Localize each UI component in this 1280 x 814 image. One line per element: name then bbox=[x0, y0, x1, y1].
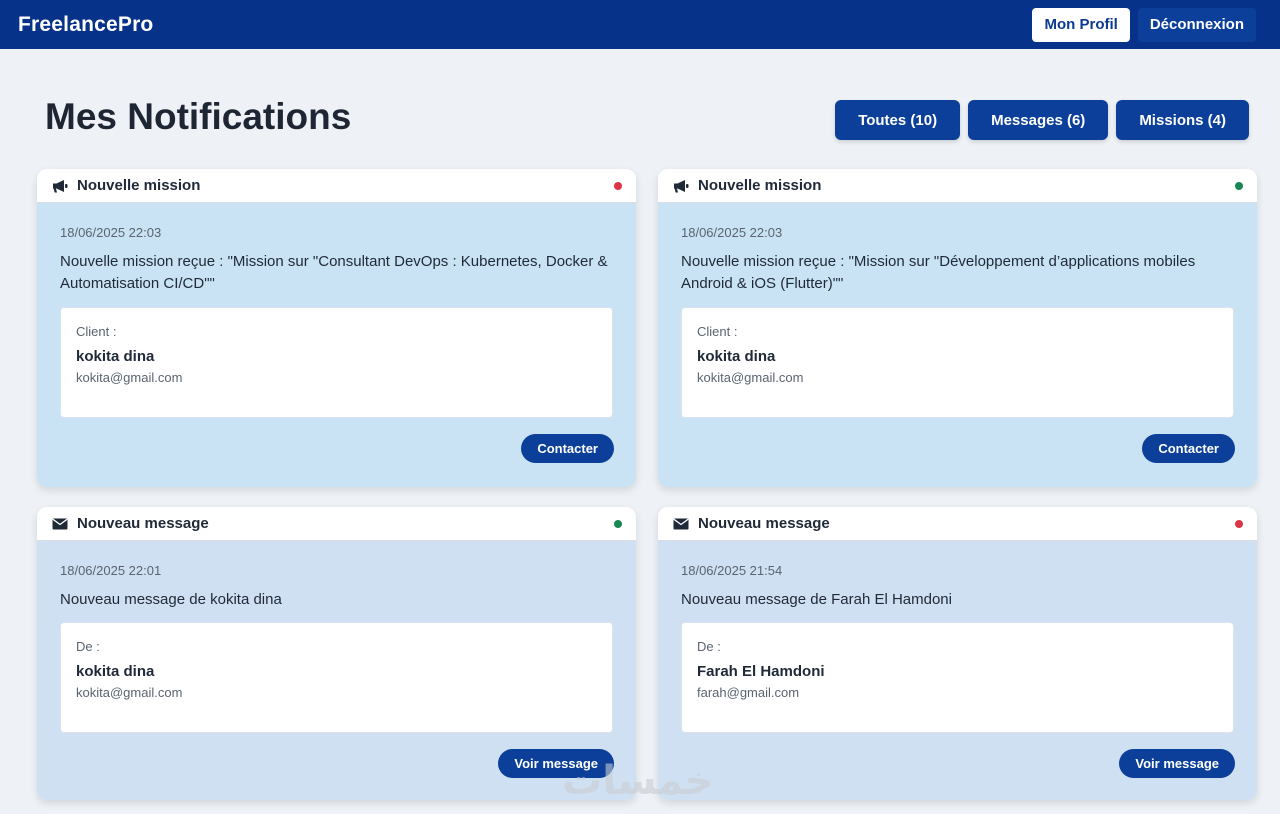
logout-button[interactable]: Déconnexion bbox=[1137, 7, 1256, 42]
client-label: Client : bbox=[76, 324, 117, 339]
filter-missions-button[interactable]: Missions (4) bbox=[1116, 100, 1249, 140]
envelope-icon bbox=[52, 517, 70, 531]
sender-email: farah@gmail.com bbox=[697, 685, 800, 700]
sender-email: kokita@gmail.com bbox=[76, 685, 183, 700]
page-title: Mes Notifications bbox=[45, 96, 352, 137]
timestamp: 18/06/2025 22:01 bbox=[60, 563, 162, 578]
card-header: Nouvelle mission bbox=[658, 169, 1257, 203]
sender-info-box: De : kokita dina kokita@gmail.com bbox=[60, 622, 613, 733]
unread-status-dot bbox=[1235, 519, 1243, 528]
timestamp: 18/06/2025 22:03 bbox=[681, 225, 783, 240]
megaphone-icon bbox=[52, 179, 70, 193]
card-body: 18/06/2025 21:54 Nouveau message de Fara… bbox=[658, 541, 1257, 800]
notification-text: Nouveau message de kokita dina bbox=[60, 591, 282, 608]
filter-messages-button[interactable]: Messages (6) bbox=[968, 100, 1109, 140]
card-title: Nouvelle mission bbox=[77, 177, 201, 194]
client-info-box: Client : kokita dina kokita@gmail.com bbox=[60, 307, 613, 418]
client-name: kokita dina bbox=[697, 348, 776, 365]
card-body: 18/06/2025 22:03 Nouvelle mission reçue … bbox=[658, 203, 1257, 487]
client-email: kokita@gmail.com bbox=[697, 370, 804, 385]
megaphone-icon bbox=[673, 179, 691, 193]
read-status-dot bbox=[1235, 181, 1243, 190]
card-header: Nouvelle mission bbox=[37, 169, 636, 203]
filter-all-button[interactable]: Toutes (10) bbox=[835, 100, 961, 140]
card-title: Nouveau message bbox=[77, 515, 209, 532]
navbar: FreelancePro Mon Profil Déconnexion bbox=[0, 0, 1280, 49]
brand-logo[interactable]: FreelancePro bbox=[18, 13, 153, 37]
client-email: kokita@gmail.com bbox=[76, 370, 183, 385]
timestamp: 18/06/2025 22:03 bbox=[60, 225, 162, 240]
card-body: 18/06/2025 22:03 Nouvelle mission reçue … bbox=[37, 203, 636, 487]
contact-button[interactable]: Contacter bbox=[1142, 434, 1235, 463]
notification-card: Nouvelle mission 18/06/2025 22:03 Nouvel… bbox=[658, 169, 1257, 487]
filter-tabs: Toutes (10) Messages (6) Missions (4) bbox=[835, 100, 1249, 140]
notification-card: Nouveau message 18/06/2025 22:01 Nouveau… bbox=[37, 507, 636, 800]
profile-button[interactable]: Mon Profil bbox=[1032, 7, 1130, 42]
nav-actions: Mon Profil Déconnexion bbox=[1032, 7, 1256, 42]
card-title: Nouveau message bbox=[698, 515, 830, 532]
unread-status-dot bbox=[614, 181, 622, 190]
read-status-dot bbox=[614, 519, 622, 528]
notification-text: Nouvelle mission reçue : "Mission sur "D… bbox=[681, 253, 1196, 292]
timestamp: 18/06/2025 21:54 bbox=[681, 563, 783, 578]
notification-card: Nouvelle mission 18/06/2025 22:03 Nouvel… bbox=[37, 169, 636, 487]
client-info-box: Client : kokita dina kokita@gmail.com bbox=[681, 307, 1234, 418]
notification-text: Nouvelle mission reçue : "Mission sur "C… bbox=[60, 253, 608, 292]
view-message-button[interactable]: Voir message bbox=[1119, 749, 1235, 778]
card-header: Nouveau message bbox=[37, 507, 636, 541]
client-name: kokita dina bbox=[76, 348, 155, 365]
card-title: Nouvelle mission bbox=[698, 177, 822, 194]
sender-label: De : bbox=[76, 639, 100, 654]
sender-name: kokita dina bbox=[76, 663, 155, 680]
watermark: خمسات bbox=[562, 758, 714, 804]
client-label: Client : bbox=[697, 324, 738, 339]
card-body: 18/06/2025 22:01 Nouveau message de koki… bbox=[37, 541, 636, 800]
card-header: Nouveau message bbox=[658, 507, 1257, 541]
sender-name: Farah El Hamdoni bbox=[697, 663, 825, 680]
notification-card: Nouveau message 18/06/2025 21:54 Nouveau… bbox=[658, 507, 1257, 800]
notification-text: Nouveau message de Farah El Hamdoni bbox=[681, 591, 952, 608]
contact-button[interactable]: Contacter bbox=[521, 434, 614, 463]
sender-info-box: De : Farah El Hamdoni farah@gmail.com bbox=[681, 622, 1234, 733]
envelope-icon bbox=[673, 517, 691, 531]
sender-label: De : bbox=[697, 639, 721, 654]
